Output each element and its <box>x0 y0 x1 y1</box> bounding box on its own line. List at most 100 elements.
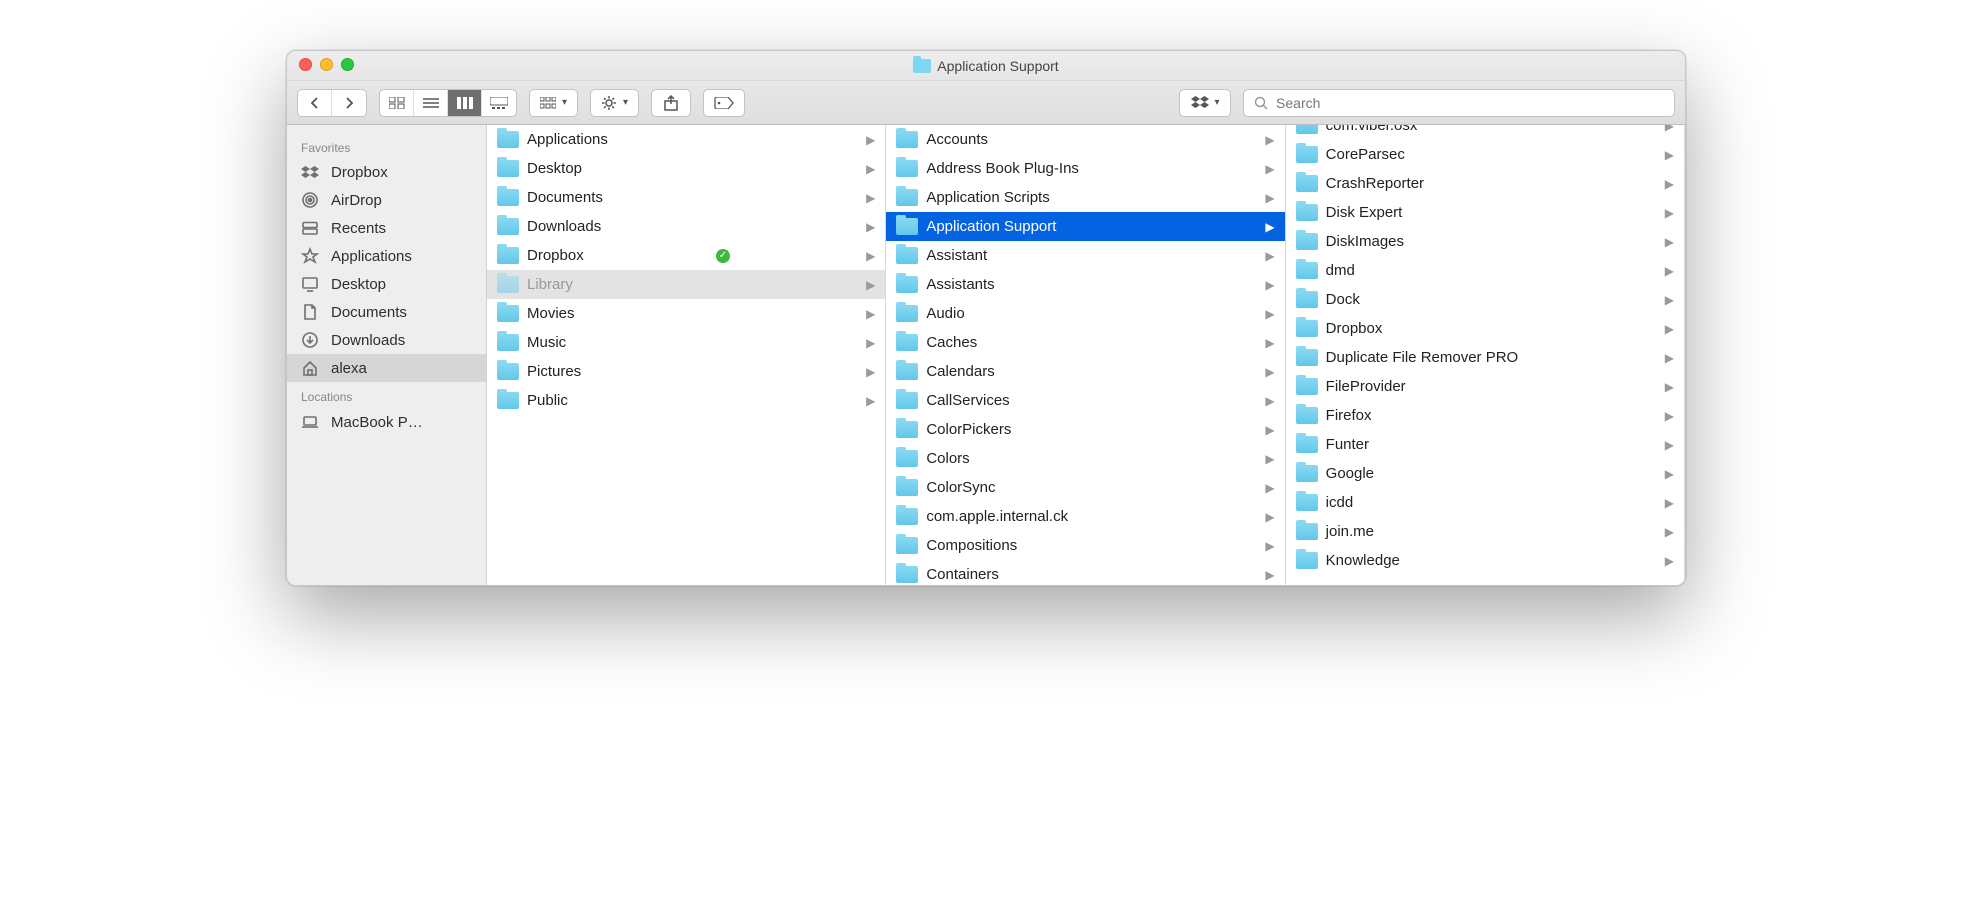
view-gallery-button[interactable] <box>482 90 516 116</box>
sidebar-item-documents[interactable]: Documents <box>287 298 486 326</box>
folder-label: CoreParsec <box>1326 146 1405 163</box>
folder-row[interactable]: CrashReporter▶ <box>1286 169 1684 198</box>
sidebar-header: Favorites <box>287 133 486 159</box>
folder-row[interactable]: Audio▶ <box>886 299 1284 328</box>
folder-row[interactable]: CallServices▶ <box>886 386 1284 415</box>
forward-button[interactable] <box>332 90 366 116</box>
folder-icon <box>1296 378 1318 395</box>
chevron-right-icon: ▶ <box>1665 206 1674 220</box>
tags-button[interactable] <box>703 89 745 117</box>
sidebar-item-macbook-p-[interactable]: MacBook P… <box>287 408 486 436</box>
folder-icon <box>1296 494 1318 511</box>
folder-row[interactable]: join.me▶ <box>1286 517 1684 546</box>
chevron-right-icon: ▶ <box>866 133 875 147</box>
chevron-right-icon: ▶ <box>1265 307 1274 321</box>
view-column-button[interactable] <box>448 90 482 116</box>
dropbox-menu-button[interactable]: ▾ <box>1179 89 1231 117</box>
folder-label: Address Book Plug-Ins <box>926 160 1079 177</box>
folder-row[interactable]: Colors▶ <box>886 444 1284 473</box>
folder-row[interactable]: Address Book Plug-Ins▶ <box>886 154 1284 183</box>
folder-row[interactable]: Dropbox▶ <box>1286 314 1684 343</box>
folder-row[interactable]: Application Scripts▶ <box>886 183 1284 212</box>
folder-icon <box>497 392 519 409</box>
folder-row[interactable]: Music▶ <box>487 328 885 357</box>
folder-row[interactable]: Compositions▶ <box>886 531 1284 560</box>
view-list-button[interactable] <box>414 90 448 116</box>
minimize-button[interactable] <box>320 58 333 71</box>
folder-label: icdd <box>1326 494 1354 511</box>
grid-icon <box>540 97 556 109</box>
sidebar-item-label: Applications <box>331 248 412 265</box>
folder-row[interactable]: Dropbox✓▶ <box>487 241 885 270</box>
sidebar-item-desktop[interactable]: Desktop <box>287 270 486 298</box>
folder-icon <box>497 160 519 177</box>
folder-row[interactable]: Assistants▶ <box>886 270 1284 299</box>
folder-row[interactable]: Firefox▶ <box>1286 401 1684 430</box>
sidebar-item-airdrop[interactable]: AirDrop <box>287 186 486 214</box>
folder-row[interactable]: Knowledge▶ <box>1286 546 1684 575</box>
folder-row[interactable]: Calendars▶ <box>886 357 1284 386</box>
share-button[interactable] <box>651 89 691 117</box>
action-menu-button[interactable]: ▾ <box>590 89 639 117</box>
folder-row[interactable]: Movies▶ <box>487 299 885 328</box>
search-input[interactable] <box>1276 95 1664 111</box>
folder-row[interactable]: Documents▶ <box>487 183 885 212</box>
search-field[interactable] <box>1243 89 1675 117</box>
back-button[interactable] <box>298 90 332 116</box>
chevron-down-icon: ▾ <box>562 97 567 108</box>
folder-row[interactable]: Public▶ <box>487 386 885 415</box>
folder-row[interactable]: Duplicate File Remover PRO▶ <box>1286 343 1684 372</box>
folder-row[interactable]: Caches▶ <box>886 328 1284 357</box>
folder-row[interactable]: Applications▶ <box>487 125 885 154</box>
sidebar-item-recents[interactable]: Recents <box>287 214 486 242</box>
folder-row[interactable]: Accounts▶ <box>886 125 1284 154</box>
sidebar-item-downloads[interactable]: Downloads <box>287 326 486 354</box>
folder-row[interactable]: ColorSync▶ <box>886 473 1284 502</box>
folder-label: Application Support <box>926 218 1056 235</box>
sidebar-item-applications[interactable]: Applications <box>287 242 486 270</box>
share-icon <box>664 95 678 111</box>
column-1[interactable]: Applications▶Desktop▶Documents▶Downloads… <box>487 125 886 585</box>
folder-label: Library <box>527 276 573 293</box>
folder-icon <box>1296 146 1318 163</box>
folder-row[interactable]: FileProvider▶ <box>1286 372 1684 401</box>
group-by-button[interactable]: ▾ <box>529 89 578 117</box>
sidebar-item-label: alexa <box>331 360 367 377</box>
folder-row[interactable]: Application Support▶ <box>886 212 1284 241</box>
folder-row[interactable]: Desktop▶ <box>487 154 885 183</box>
folder-row[interactable]: CoreParsec▶ <box>1286 140 1684 169</box>
folder-row[interactable]: Assistant▶ <box>886 241 1284 270</box>
folder-row[interactable]: Funter▶ <box>1286 430 1684 459</box>
zoom-button[interactable] <box>341 58 354 71</box>
chevron-right-icon: ▶ <box>1665 438 1674 452</box>
chevron-right-icon: ▶ <box>866 336 875 350</box>
folder-row[interactable]: Dock▶ <box>1286 285 1684 314</box>
folder-row[interactable]: DiskImages▶ <box>1286 227 1684 256</box>
folder-row[interactable]: ColorPickers▶ <box>886 415 1284 444</box>
folder-row[interactable]: Containers▶ <box>886 560 1284 585</box>
folder-row[interactable]: dmd▶ <box>1286 256 1684 285</box>
close-button[interactable] <box>299 58 312 71</box>
folder-icon <box>896 131 918 148</box>
folder-row[interactable]: com.viber.osx▶ <box>1286 125 1684 140</box>
folder-icon <box>1296 407 1318 424</box>
desktop-icon <box>301 275 321 293</box>
folder-icon <box>896 276 918 293</box>
folder-row[interactable]: icdd▶ <box>1286 488 1684 517</box>
sidebar-item-dropbox[interactable]: Dropbox <box>287 159 486 186</box>
folder-label: Dropbox <box>1326 320 1383 337</box>
folder-icon <box>896 508 918 525</box>
column-2[interactable]: Accounts▶Address Book Plug-Ins▶Applicati… <box>886 125 1285 585</box>
folder-row[interactable]: Disk Expert▶ <box>1286 198 1684 227</box>
sidebar: FavoritesDropboxAirDropRecents Applicatio… <box>287 125 487 585</box>
view-icon-button[interactable] <box>380 90 414 116</box>
column-3[interactable]: com.viber.osx▶CoreParsec▶CrashReporter▶D… <box>1286 125 1685 585</box>
folder-row[interactable]: Library▶ <box>487 270 885 299</box>
folder-label: Containers <box>926 566 999 583</box>
folder-row[interactable]: Google▶ <box>1286 459 1684 488</box>
sidebar-item-alexa[interactable]: alexa <box>287 354 486 382</box>
folder-row[interactable]: com.apple.internal.ck▶ <box>886 502 1284 531</box>
folder-row[interactable]: Downloads▶ <box>487 212 885 241</box>
folder-label: Movies <box>527 305 575 322</box>
folder-row[interactable]: Pictures▶ <box>487 357 885 386</box>
